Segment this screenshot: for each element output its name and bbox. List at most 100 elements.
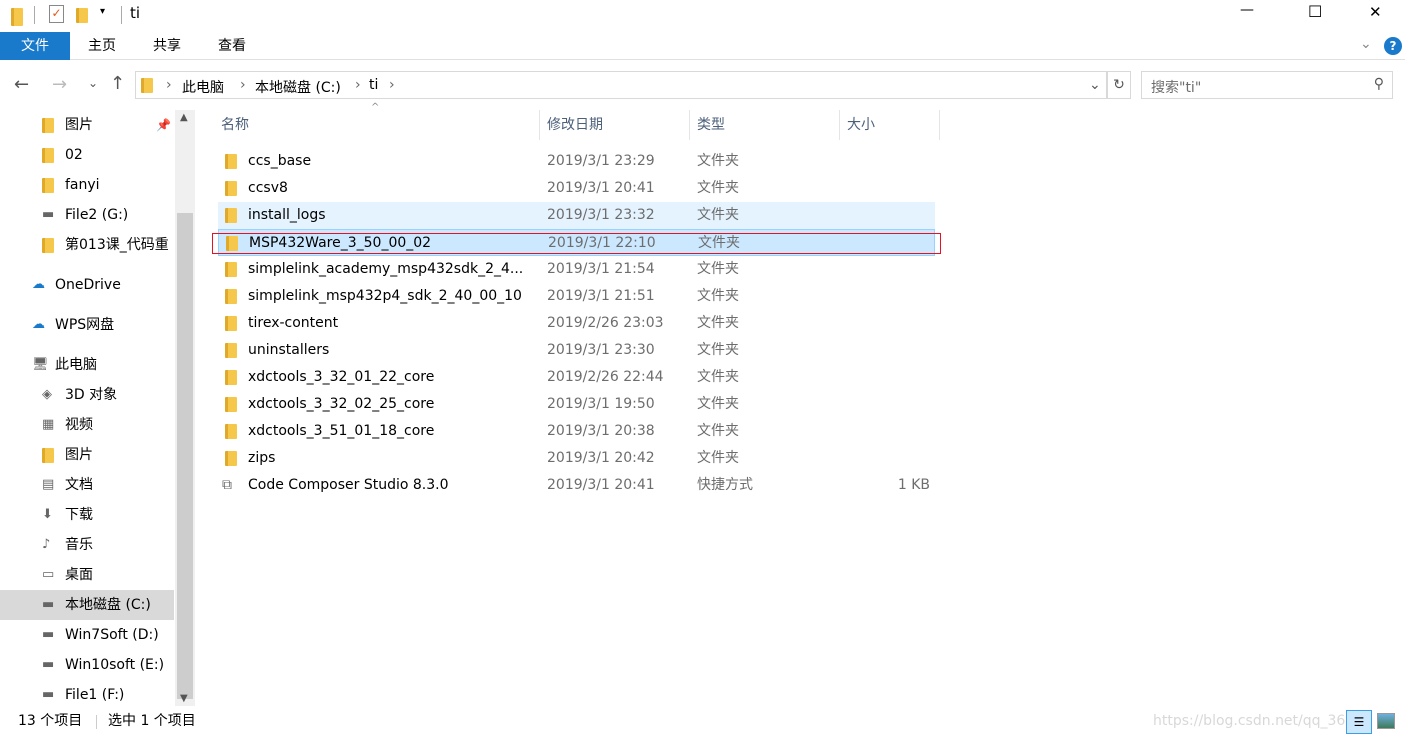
- breadcrumb-this-pc[interactable]: 此电脑: [182, 77, 224, 97]
- customize-toolbar-icon[interactable]: ▾: [100, 6, 105, 17]
- music-icon: ♪: [42, 537, 51, 552]
- folder-icon: [225, 208, 237, 223]
- sidebar-item-label: File2 (G:): [65, 207, 129, 223]
- sidebar-item[interactable]: ▦ 视频: [0, 410, 174, 440]
- file-date: 2019/3/1 23:30: [547, 342, 655, 358]
- sidebar-item[interactable]: 02: [0, 140, 174, 170]
- column-header-type[interactable]: 类型: [693, 110, 840, 140]
- back-button[interactable]: ←: [14, 74, 29, 95]
- sidebar-item[interactable]: ♪ 音乐: [0, 530, 174, 560]
- file-row[interactable]: xdctools_3_51_01_18_core 2019/3/1 20:38 文件…: [218, 418, 935, 445]
- column-header-date[interactable]: 修改日期: [543, 110, 690, 140]
- folder-icon: [225, 397, 237, 412]
- minimize-button[interactable]: —: [1240, 2, 1254, 18]
- sidebar-item[interactable]: 🖥 此电脑: [0, 350, 174, 380]
- search-input[interactable]: 搜索"ti" ⚲: [1141, 71, 1393, 99]
- file-row[interactable]: tirex-content 2019/2/26 23:03 文件夹: [218, 310, 935, 337]
- sidebar-item[interactable]: ◈ 3D 对象: [0, 380, 174, 410]
- maximize-button[interactable]: ☐: [1308, 2, 1322, 21]
- navigation-pane: 图片 📌 02 fanyi ▬ File2 (G:) 第013课_代码重 ☁ OneDrive ☁…: [0, 110, 175, 706]
- sidebar-item-label: OneDrive: [55, 277, 121, 293]
- file-type: 文件夹: [697, 261, 739, 277]
- sidebar-item[interactable]: ▬ 本地磁盘 (C:): [0, 590, 174, 620]
- column-header-size[interactable]: 大小: [843, 110, 940, 140]
- sidebar-item[interactable]: ☁ WPS网盘: [0, 310, 174, 340]
- file-type: 快捷方式: [697, 477, 753, 493]
- drive-icon: ▬: [42, 627, 55, 642]
- tab-view[interactable]: 查看: [202, 32, 262, 60]
- sidebar-item-label: 此电脑: [55, 357, 97, 373]
- folder-icon: [141, 78, 153, 93]
- file-row[interactable]: simplelink_msp432p4_sdk_2_40_00_10 2019/3…: [218, 283, 935, 310]
- file-row[interactable]: simplelink_academy_msp432sdk_2_4... 2019/…: [218, 256, 935, 283]
- sidebar-item[interactable]: ▬ Win7Soft (D:): [0, 620, 174, 650]
- sidebar-item[interactable]: ▭ 桌面: [0, 560, 174, 590]
- divider: [121, 6, 122, 24]
- sidebar-item[interactable]: fanyi: [0, 170, 174, 200]
- forward-button[interactable]: →: [52, 74, 67, 95]
- file-type: 文件夹: [697, 450, 739, 466]
- tab-home[interactable]: 主页: [72, 32, 132, 60]
- column-header-name[interactable]: 名称: [217, 110, 540, 140]
- highlight-box: [212, 233, 941, 254]
- address-bar[interactable]: › 此电脑 › 本地磁盘 (C:) › ti › ⌄: [135, 71, 1107, 99]
- close-button[interactable]: ✕: [1369, 3, 1382, 21]
- help-icon[interactable]: ?: [1384, 37, 1402, 55]
- file-row[interactable]: uninstallers 2019/3/1 23:30 文件夹: [218, 337, 935, 364]
- breadcrumb-local-disk[interactable]: 本地磁盘 (C:): [255, 77, 341, 97]
- sidebar-item[interactable]: 图片 📌: [0, 110, 174, 140]
- scroll-down-icon[interactable]: ▼: [180, 693, 188, 704]
- sidebar-item[interactable]: ☁ OneDrive: [0, 270, 174, 300]
- folder-icon: [225, 451, 237, 466]
- large-icons-view-button[interactable]: [1377, 713, 1395, 729]
- sidebar-item[interactable]: ▬ File1 (F:): [0, 680, 174, 706]
- tab-share[interactable]: 共享: [137, 32, 197, 60]
- sidebar-item[interactable]: ▬ Win10soft (E:): [0, 650, 174, 680]
- nav-scrollbar[interactable]: ▲ ▼: [175, 110, 195, 706]
- sidebar-item[interactable]: ▤ 文档: [0, 470, 174, 500]
- refresh-button[interactable]: ↻: [1107, 71, 1131, 99]
- sidebar-item-label: 第013课_代码重: [65, 237, 169, 253]
- address-dropdown-icon[interactable]: ⌄: [1089, 77, 1101, 93]
- file-name: zips: [248, 450, 276, 466]
- sidebar-item[interactable]: 图片: [0, 440, 174, 470]
- new-folder-icon[interactable]: [76, 8, 88, 23]
- file-row[interactable]: ccs_base 2019/3/1 23:29 文件夹: [218, 148, 935, 175]
- sidebar-item[interactable]: ▬ File2 (G:): [0, 200, 174, 230]
- item-count: 13 个项目: [18, 713, 83, 729]
- drive-icon: ▬: [42, 207, 55, 222]
- sidebar-item[interactable]: 第013课_代码重: [0, 230, 174, 260]
- up-button[interactable]: ↑: [110, 73, 125, 94]
- file-name: simplelink_msp432p4_sdk_2_40_00_10: [248, 288, 522, 304]
- selected-count: 选中 1 个项目: [108, 713, 196, 729]
- scrollbar-thumb[interactable]: [177, 213, 193, 699]
- file-row[interactable]: ⧉ Code Composer Studio 8.3.0 2019/3/1 20:4…: [218, 472, 935, 499]
- file-name: Code Composer Studio 8.3.0: [248, 477, 449, 493]
- file-date: 2019/3/1 19:50: [547, 396, 655, 412]
- sidebar-item[interactable]: ⬇ 下载: [0, 500, 174, 530]
- pin-icon[interactable]: 📌: [156, 110, 171, 140]
- file-date: 2019/3/1 23:32: [547, 207, 655, 223]
- file-date: 2019/3/1 20:42: [547, 450, 655, 466]
- divider: [34, 6, 35, 24]
- breadcrumb-ti[interactable]: ti: [369, 77, 378, 93]
- properties-icon[interactable]: ✓: [49, 5, 64, 23]
- folder-icon: [225, 154, 237, 169]
- file-type: 文件夹: [697, 369, 739, 385]
- scroll-up-icon[interactable]: ▲: [180, 112, 188, 123]
- file-type: 文件夹: [697, 180, 739, 196]
- file-row[interactable]: xdctools_3_32_02_25_core 2019/3/1 19:50 文件…: [218, 391, 935, 418]
- sidebar-item-label: 桌面: [65, 567, 93, 583]
- tab-file[interactable]: 文件: [0, 32, 70, 60]
- folder-icon: [225, 370, 237, 385]
- recent-locations-icon[interactable]: ⌄: [88, 76, 98, 90]
- folder-icon: [42, 238, 54, 253]
- expand-ribbon-icon[interactable]: ⌄: [1360, 36, 1372, 52]
- details-view-button[interactable]: ☰: [1346, 710, 1372, 734]
- shortcut-icon: ⧉: [222, 477, 232, 493]
- file-row[interactable]: xdctools_3_32_01_22_core 2019/2/26 22:44 文…: [218, 364, 935, 391]
- file-row[interactable]: install_logs 2019/3/1 23:32 文件夹: [218, 202, 935, 229]
- sidebar-item-label: 02: [65, 147, 83, 163]
- file-row[interactable]: ccsv8 2019/3/1 20:41 文件夹: [218, 175, 935, 202]
- file-row[interactable]: zips 2019/3/1 20:42 文件夹: [218, 445, 935, 472]
